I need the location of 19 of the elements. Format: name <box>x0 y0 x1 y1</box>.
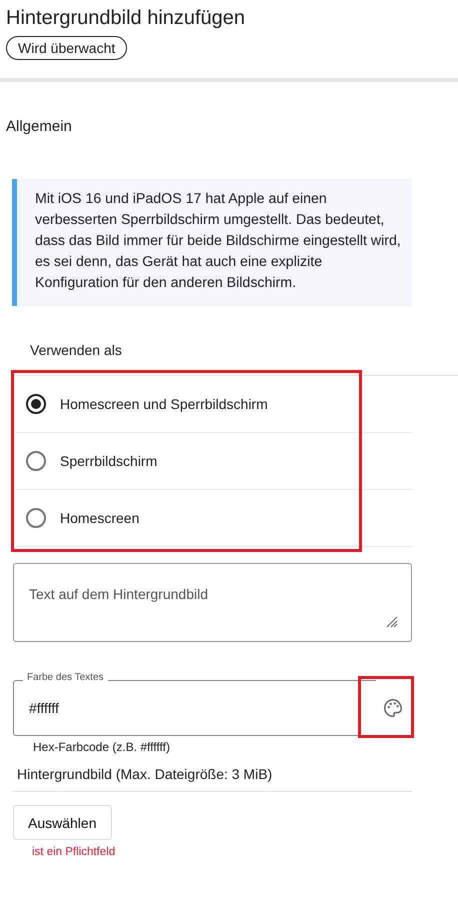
radio-option[interactable]: Sperrbildschirm <box>16 433 412 490</box>
upload-label: Hintergrundbild (Max. Dateigröße: 3 MiB) <box>16 765 274 782</box>
radio-option[interactable]: Homescreen und Sperrbildschirm <box>16 376 412 433</box>
helper-text: Hex-Farbcode (z.B. #ffffff) <box>32 739 171 754</box>
radio-option[interactable]: Homescreen <box>16 490 412 547</box>
page-title: Hintergrundbild hinzufügen <box>5 6 246 30</box>
radio-button[interactable] <box>26 394 46 414</box>
radio-button[interactable] <box>26 508 46 528</box>
palette-icon[interactable] <box>382 697 404 719</box>
text-area[interactable]: Text auf dem Hintergrundbild <box>13 563 412 642</box>
field-label: Farbe des Textes <box>23 672 108 683</box>
resize-grip-icon <box>384 614 398 628</box>
status-chip: Wird überwacht <box>6 36 128 60</box>
error-text: ist ein Pflichtfeld <box>31 845 116 858</box>
info-banner: Mit iOS 16 und iPadOS 17 hat Apple auf einen verbesserten Sperrbildschirm umgestellt. Das bedeutet, dass das Bild immer für beide Bildschirme eingestellt wird, es sei denn, das Gerät hat auch eine explizite Konfiguration für den anderen Bildschirm. <box>12 179 412 306</box>
select-button[interactable]: Auswählen <box>13 805 112 840</box>
field-label: Verwenden als <box>29 341 123 358</box>
radio-button[interactable] <box>26 451 46 471</box>
section-heading: Allgemein <box>5 117 73 135</box>
